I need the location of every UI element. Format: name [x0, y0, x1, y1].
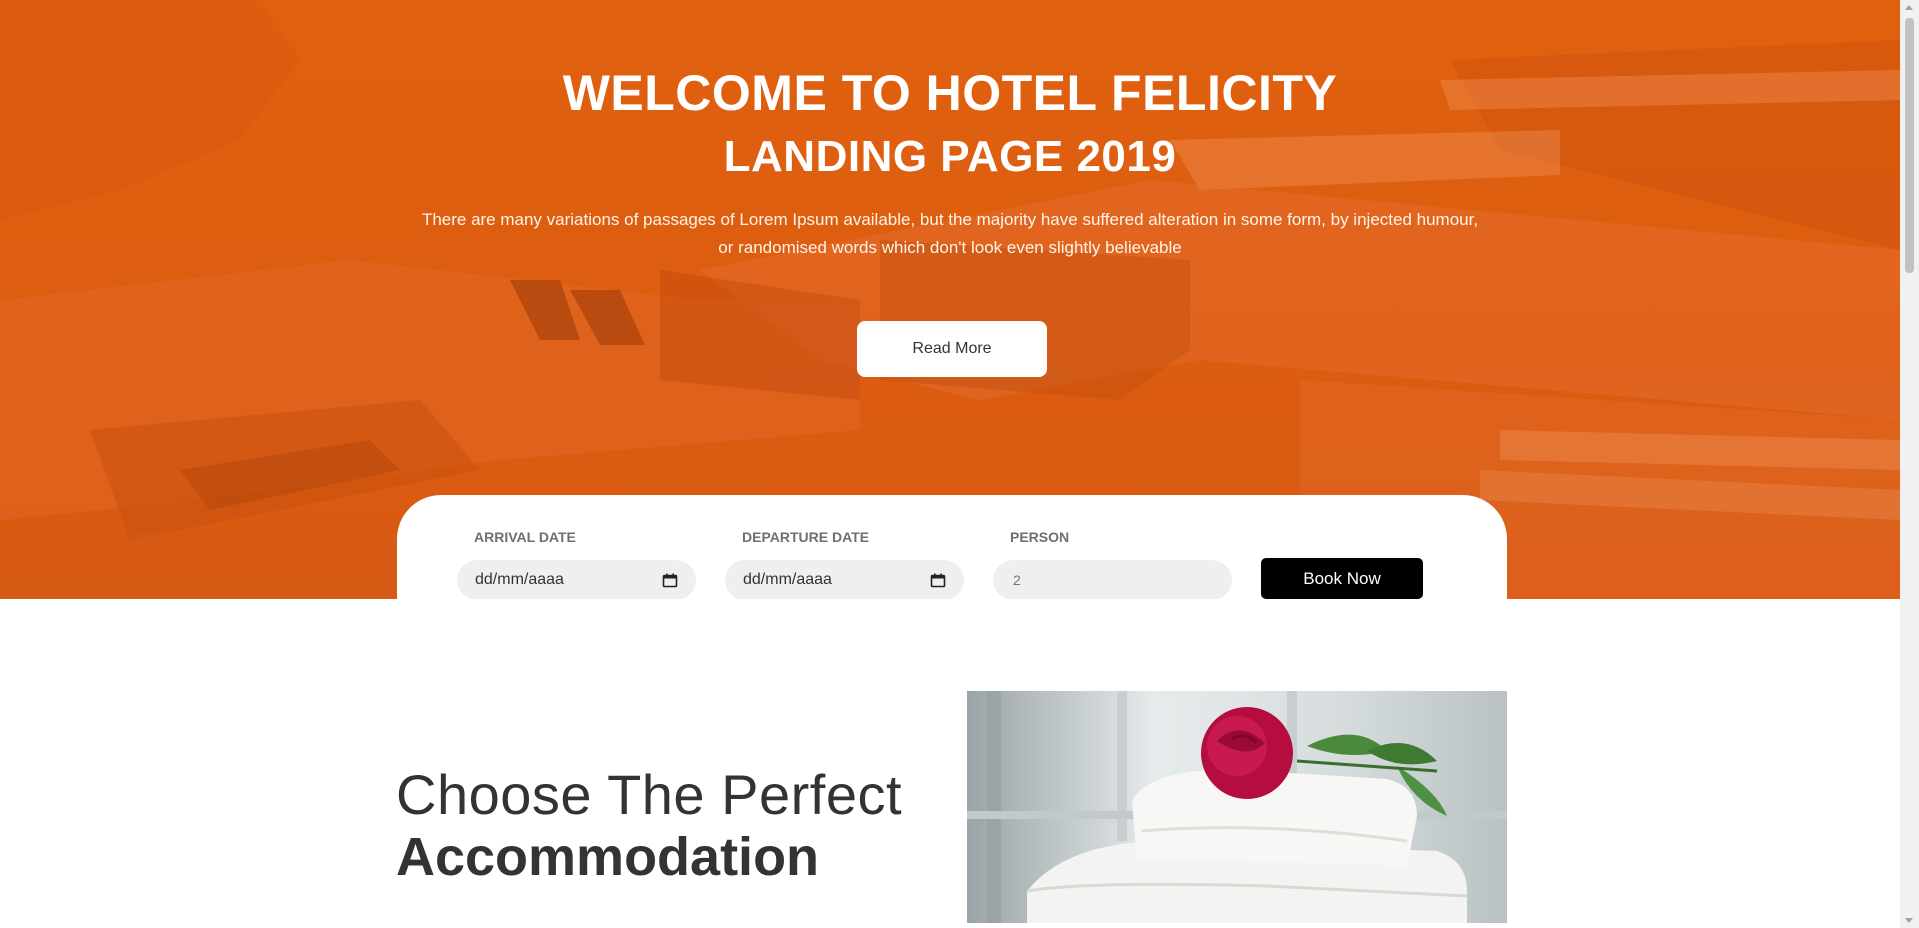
scroll-thumb[interactable] [1905, 18, 1914, 273]
accommodation-heading: Choose The Perfect Accommodation [396, 764, 902, 888]
person-label: PERSON [1010, 529, 1070, 545]
scroll-down-icon[interactable] [1905, 918, 1913, 923]
calendar-icon[interactable] [662, 573, 678, 588]
rose-on-towels-image [967, 691, 1507, 923]
accommodation-image [967, 691, 1507, 923]
hero-title: WELCOME TO HOTEL FELICITY [562, 65, 1338, 121]
hero-subtitle: LANDING PAGE 2019 [723, 132, 1177, 181]
hero-description-line-2: or randomised words which don't look eve… [718, 238, 1182, 257]
arrival-date-input[interactable]: dd/mm/aaaa [457, 560, 696, 599]
arrival-date-label: ARRIVAL DATE [474, 529, 576, 545]
hero-description: There are many variations of passages of… [400, 206, 1500, 262]
hero-description-line-1: There are many variations of passages of… [421, 210, 1479, 229]
accommodation-title-bold: Accommodation [396, 827, 820, 887]
accommodation-title-light: Choose The Perfect [396, 763, 903, 826]
arrival-date-value: dd/mm/aaaa [475, 571, 564, 588]
scroll-up-icon[interactable] [1905, 5, 1913, 10]
departure-date-value: dd/mm/aaaa [743, 571, 832, 588]
booking-form: ARRIVAL DATE dd/mm/aaaa DEPARTURE DATE d… [397, 495, 1507, 599]
departure-date-input[interactable]: dd/mm/aaaa [725, 560, 964, 599]
read-more-button[interactable]: Read More [857, 321, 1047, 377]
page-scrollbar[interactable] [1900, 0, 1919, 928]
book-now-button[interactable]: Book Now [1261, 558, 1423, 599]
person-input[interactable] [993, 560, 1232, 599]
hero-section: WELCOME TO HOTEL FELICITY LANDING PAGE 2… [0, 0, 1900, 599]
departure-date-label: DEPARTURE DATE [742, 529, 870, 545]
calendar-icon[interactable] [930, 573, 946, 588]
